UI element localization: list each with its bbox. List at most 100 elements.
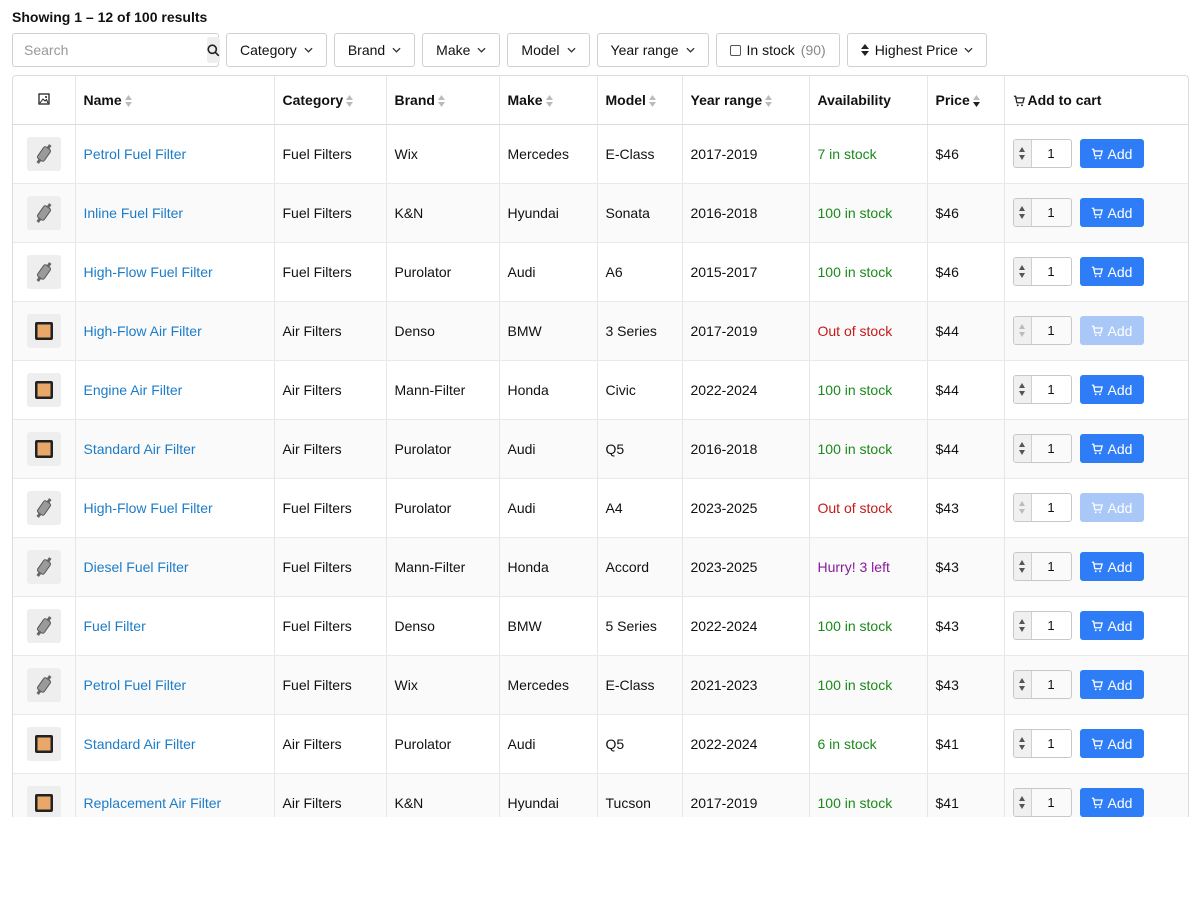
stepper-arrows[interactable] [1013, 258, 1032, 285]
quantity-stepper[interactable]: 1 [1012, 729, 1072, 758]
name-column-header[interactable]: Name [75, 76, 275, 125]
product-thumbnail[interactable] [27, 667, 61, 702]
product-name-link[interactable]: Petrol Fuel Filter [84, 146, 187, 162]
make-column-header[interactable]: Make [499, 76, 598, 125]
quantity-stepper[interactable]: 1 [1012, 670, 1072, 699]
quantity-value[interactable]: 1 [1032, 376, 1071, 403]
quantity-stepper[interactable]: 1 [1012, 257, 1072, 286]
availability-cell: Out of stock [809, 301, 928, 361]
quantity-stepper[interactable]: 1 [1012, 139, 1072, 168]
product-name-link[interactable]: Inline Fuel Filter [84, 205, 184, 221]
stepper-arrows[interactable] [1013, 730, 1032, 757]
add-to-cart-button[interactable]: Add [1079, 316, 1144, 345]
sort-button[interactable]: Highest Price [846, 33, 987, 67]
add-to-cart-button[interactable]: Add [1079, 493, 1144, 522]
brand-filter-button[interactable]: Brand [333, 33, 416, 67]
product-name-link[interactable]: Standard Air Filter [84, 736, 196, 752]
add-to-cart-button[interactable]: Add [1079, 611, 1144, 640]
product-thumbnail[interactable] [27, 726, 61, 761]
quantity-value[interactable]: 1 [1032, 199, 1071, 226]
model-filter-button[interactable]: Model [507, 33, 590, 67]
make-filter-button[interactable]: Make [422, 33, 501, 67]
add-to-cart-button[interactable]: Add [1079, 729, 1144, 758]
add-to-cart-controls: 1 Add [1012, 611, 1189, 640]
availability-cell: Hurry! 3 left [809, 537, 928, 597]
search-button[interactable] [207, 37, 220, 63]
product-thumbnail[interactable] [27, 431, 61, 466]
add-to-cart-cell: 1 Add [1004, 537, 1188, 597]
quantity-value[interactable]: 1 [1032, 494, 1071, 521]
stepper-arrows[interactable] [1013, 553, 1032, 580]
in-stock-toggle[interactable]: In stock (90) [715, 33, 840, 67]
stepper-arrows[interactable] [1013, 789, 1032, 816]
search-input[interactable] [22, 41, 207, 59]
stepper-arrows[interactable] [1013, 435, 1032, 462]
stepper-arrows[interactable] [1013, 376, 1032, 403]
quantity-value[interactable]: 1 [1032, 553, 1071, 580]
model-cell: A6 [597, 242, 683, 302]
product-thumbnail[interactable] [27, 372, 61, 407]
product-name-link[interactable]: Diesel Fuel Filter [84, 559, 189, 575]
stepper-arrows[interactable] [1013, 612, 1032, 639]
product-name-link[interactable]: High-Flow Air Filter [84, 323, 202, 339]
product-name-link[interactable]: Fuel Filter [84, 618, 146, 634]
product-name-link[interactable]: Engine Air Filter [84, 382, 183, 398]
in-stock-checkbox[interactable] [729, 44, 741, 56]
quantity-stepper[interactable]: 1 [1012, 198, 1072, 227]
availability-cell: 100 in stock [809, 242, 928, 302]
quantity-stepper[interactable]: 1 [1012, 375, 1072, 404]
stepper-arrows[interactable] [1013, 317, 1032, 344]
add-to-cart-button[interactable]: Add [1079, 375, 1144, 404]
product-name-link[interactable]: Replacement Air Filter [84, 795, 222, 811]
product-thumbnail[interactable] [27, 785, 61, 817]
make-cell: Hyundai [499, 773, 598, 817]
image-icon [38, 93, 50, 105]
table-row: High-Flow Air Filter Air Filters Denso BMW 3… [13, 301, 1188, 361]
add-to-cart-button[interactable]: Add [1079, 257, 1144, 286]
quantity-stepper[interactable]: 1 [1012, 493, 1072, 522]
year-range-column-header[interactable]: Year range [682, 76, 810, 125]
quantity-value[interactable]: 1 [1032, 317, 1071, 344]
brand-column-header[interactable]: Brand [386, 76, 500, 125]
stepper-arrows[interactable] [1013, 671, 1032, 698]
product-thumbnail[interactable] [27, 490, 61, 525]
product-thumbnail[interactable] [27, 254, 61, 289]
category-cell: Air Filters [274, 301, 387, 361]
product-thumbnail[interactable] [27, 195, 61, 230]
product-name-link[interactable]: High-Flow Fuel Filter [84, 500, 213, 516]
stepper-arrows[interactable] [1013, 199, 1032, 226]
quantity-value[interactable]: 1 [1032, 258, 1071, 285]
category-filter-button[interactable]: Category [226, 33, 327, 67]
stepper-arrows[interactable] [1013, 494, 1032, 521]
quantity-value[interactable]: 1 [1032, 789, 1071, 816]
quantity-value[interactable]: 1 [1032, 671, 1071, 698]
quantity-stepper[interactable]: 1 [1012, 788, 1072, 817]
quantity-value[interactable]: 1 [1032, 730, 1071, 757]
quantity-value[interactable]: 1 [1032, 435, 1071, 462]
add-to-cart-button[interactable]: Add [1079, 198, 1144, 227]
product-thumbnail[interactable] [27, 136, 61, 171]
quantity-stepper[interactable]: 1 [1012, 611, 1072, 640]
product-name-link[interactable]: Standard Air Filter [84, 441, 196, 457]
model-column-header[interactable]: Model [597, 76, 683, 125]
add-to-cart-button[interactable]: Add [1079, 552, 1144, 581]
stepper-arrows[interactable] [1013, 140, 1032, 167]
product-thumbnail[interactable] [27, 608, 61, 643]
add-to-cart-button[interactable]: Add [1079, 788, 1144, 817]
year-range-filter-button[interactable]: Year range [596, 33, 709, 67]
name-cell: Standard Air Filter [75, 419, 275, 479]
add-to-cart-button[interactable]: Add [1079, 670, 1144, 699]
product-name-link[interactable]: Petrol Fuel Filter [84, 677, 187, 693]
add-to-cart-button[interactable]: Add [1079, 434, 1144, 463]
product-thumbnail[interactable] [27, 313, 61, 348]
quantity-stepper[interactable]: 1 [1012, 434, 1072, 463]
quantity-stepper[interactable]: 1 [1012, 316, 1072, 345]
quantity-stepper[interactable]: 1 [1012, 552, 1072, 581]
product-name-link[interactable]: High-Flow Fuel Filter [84, 264, 213, 280]
product-thumbnail[interactable] [27, 549, 61, 584]
price-column-header[interactable]: Price [927, 76, 1005, 125]
quantity-value[interactable]: 1 [1032, 612, 1071, 639]
add-to-cart-button[interactable]: Add [1079, 139, 1144, 168]
quantity-value[interactable]: 1 [1032, 140, 1071, 167]
category-column-header[interactable]: Category [274, 76, 387, 125]
